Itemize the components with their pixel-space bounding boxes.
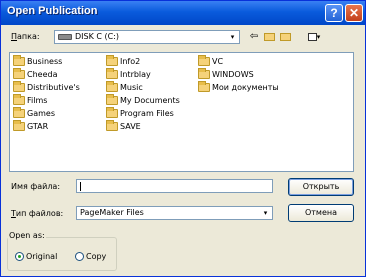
list-item[interactable]: SAVE	[106, 120, 180, 133]
help-button[interactable]: ?	[325, 4, 343, 22]
back-arrow-icon[interactable]: ⇦	[248, 31, 260, 43]
list-item[interactable]: Program Files	[106, 107, 180, 120]
title-bar[interactable]: Open Publication ? ✕	[1, 1, 365, 25]
list-item[interactable]: My Documents	[106, 94, 180, 107]
folder-icon	[198, 55, 210, 66]
chevron-down-icon[interactable]: ▾	[227, 32, 238, 42]
folder-icon	[106, 120, 118, 131]
file-column-3: VC WINDOWS Мои документы	[198, 55, 279, 96]
folder-icon	[13, 94, 25, 105]
list-item[interactable]: Distributive's	[13, 81, 80, 94]
file-column-1: Business Cheeda Distributive's Films Gam…	[13, 55, 80, 135]
list-item[interactable]: VC	[198, 55, 279, 68]
open-publication-dialog: Open Publication ? ✕ Папка: DISK C (C:) …	[0, 0, 366, 277]
folder-icon	[106, 81, 118, 92]
list-item[interactable]: GTAR	[13, 120, 80, 133]
chevron-down-icon[interactable]: ▾	[260, 208, 271, 218]
file-list[interactable]: Business Cheeda Distributive's Films Gam…	[9, 52, 354, 172]
folder-icon	[13, 107, 25, 118]
folder-icon	[13, 81, 25, 92]
radio-original[interactable]: Original	[15, 252, 57, 261]
list-item[interactable]: Music	[106, 81, 180, 94]
location-value: DISK C (C:)	[58, 32, 119, 41]
window-title: Open Publication	[7, 5, 98, 17]
view-menu-icon[interactable]: ▾	[305, 31, 323, 43]
drive-icon	[58, 33, 72, 40]
list-item[interactable]: WINDOWS	[198, 68, 279, 81]
filetype-value: PageMaker Files	[80, 208, 144, 217]
list-item[interactable]: Cheeda	[13, 68, 80, 81]
folder-icon	[13, 55, 25, 66]
folder-icon	[106, 55, 118, 66]
folder-icon	[198, 81, 210, 92]
folder-icon	[13, 68, 25, 79]
folder-icon	[13, 120, 25, 131]
folder-icon	[106, 107, 118, 118]
radio-copy[interactable]: Copy	[75, 252, 106, 261]
cancel-button[interactable]: Отмена	[288, 204, 354, 222]
filename-label: Имя файла:	[11, 182, 61, 191]
location-label: Папка:	[11, 32, 40, 41]
file-column-2: Info2 Intrblay Music My Documents Progra…	[106, 55, 180, 135]
folder-icon	[106, 94, 118, 105]
new-folder-icon[interactable]	[279, 31, 291, 43]
open-button[interactable]: Открыть	[288, 178, 354, 196]
list-item[interactable]: Films	[13, 94, 80, 107]
close-button[interactable]: ✕	[345, 4, 363, 22]
list-item[interactable]: Games	[13, 107, 80, 120]
filename-input[interactable]	[76, 179, 273, 193]
list-item[interactable]: Info2	[106, 55, 180, 68]
folder-up-icon[interactable]	[263, 31, 275, 43]
list-item[interactable]: Мои документы	[198, 81, 279, 94]
text-cursor	[80, 182, 81, 191]
folder-icon	[106, 68, 118, 79]
location-combobox[interactable]: DISK C (C:) ▾	[54, 30, 240, 44]
radio-original-dot[interactable]	[15, 252, 24, 261]
open-as-title: Open as:	[8, 231, 46, 240]
list-item[interactable]: Business	[13, 55, 80, 68]
list-item[interactable]: Intrblay	[106, 68, 180, 81]
folder-icon	[198, 68, 210, 79]
filetype-label: Тип файлов:	[11, 209, 64, 218]
radio-copy-dot[interactable]	[75, 252, 84, 261]
filetype-combobox[interactable]: PageMaker Files ▾	[76, 206, 273, 220]
